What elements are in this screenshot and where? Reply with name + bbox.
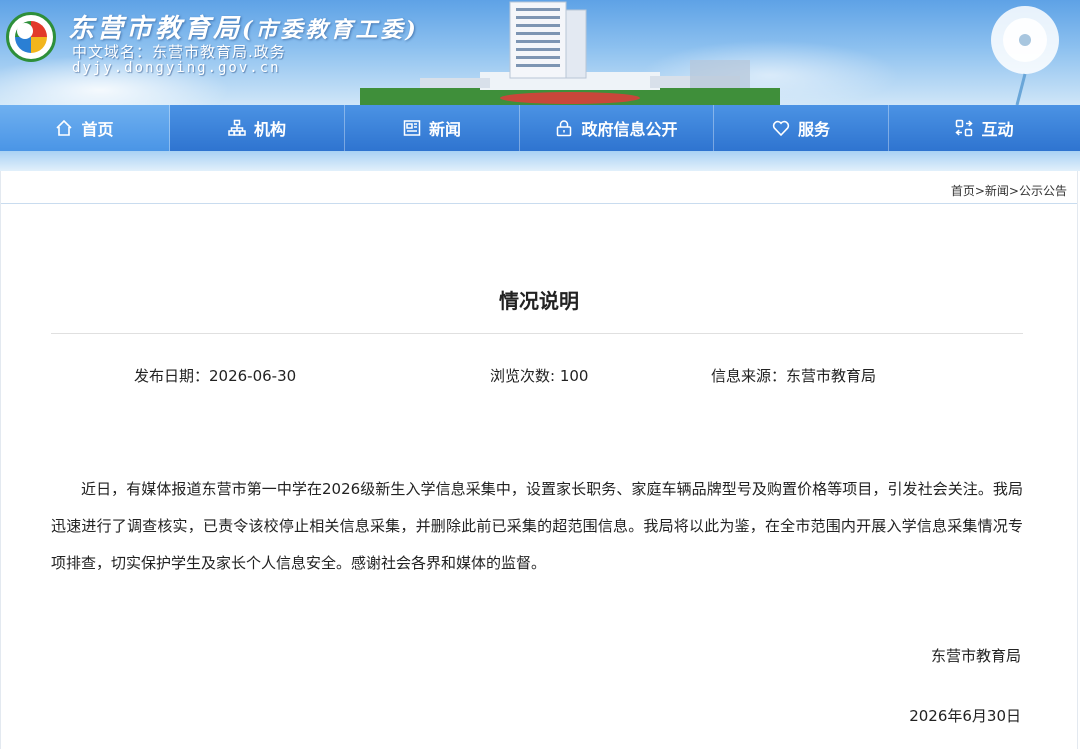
breadcrumb-news[interactable]: 新闻	[985, 184, 1009, 198]
nav-services[interactable]: 服务	[714, 105, 889, 151]
lock-icon	[557, 120, 572, 137]
interaction-icon	[955, 119, 974, 137]
title-divider	[51, 333, 1023, 334]
info-source: 信息来源：东营市教育局	[711, 367, 877, 385]
nav-interaction-label: 互动	[981, 120, 1014, 139]
breadcrumb-bar: 首页>新闻>公示公告	[1, 175, 1077, 204]
site-title-main: 东营市教育局	[68, 14, 243, 44]
nav-services-label: 服务	[797, 120, 830, 139]
nav-organization[interactable]: 机构	[170, 105, 345, 151]
nav-home[interactable]: 首页	[0, 105, 170, 151]
heart-icon	[772, 120, 790, 137]
article-title: 情况说明	[499, 289, 579, 313]
article-sign-date: 2026年6月30日	[909, 707, 1021, 725]
domain-url: dyjy.dongying.gov.cn	[72, 60, 281, 76]
nav-organization-label: 机构	[253, 120, 286, 139]
nav-news[interactable]: 新闻	[345, 105, 520, 151]
view-count: 浏览次数: 100	[490, 367, 589, 385]
nav-home-label: 首页	[81, 120, 114, 139]
main-nav: 首页 机构 新闻 政府信息公开 服务 互动	[0, 105, 1080, 151]
home-icon	[56, 119, 73, 136]
article-signature: 东营市教育局	[930, 647, 1021, 665]
chinese-domain-name: 中文域名：东营市教育局.政务	[72, 43, 286, 61]
nav-bottom-strip	[0, 151, 1080, 171]
government-building-image	[360, 1, 780, 105]
breadcrumb-separator: >	[974, 184, 985, 198]
site-banner: 东营市教育局(市委教育工委) 中文域名：东营市教育局.政务 dyjy.dongy…	[0, 0, 1080, 105]
article-container: 首页>新闻>公示公告 情况说明 发布日期：2026-06-30 浏览次数: 10…	[0, 171, 1078, 749]
breadcrumb: 首页>新闻>公示公告	[951, 182, 1067, 199]
article-body: 近日，有媒体报道东营市第一中学在2026级新生入学信息采集中，设置家长职务、家庭…	[51, 480, 1023, 572]
nav-interaction[interactable]: 互动	[889, 105, 1080, 151]
nav-news-label: 新闻	[428, 120, 461, 139]
site-logo[interactable]	[6, 12, 56, 62]
breadcrumb-current[interactable]: 公示公告	[1019, 184, 1067, 198]
nav-gov-info-disclosure[interactable]: 政府信息公开	[520, 105, 714, 151]
nav-gov-info-label: 政府信息公开	[581, 120, 678, 139]
breadcrumb-separator: >	[1008, 184, 1019, 198]
breadcrumb-home[interactable]: 首页	[951, 184, 975, 198]
org-chart-icon	[228, 119, 246, 136]
publish-date: 发布日期：2026-06-30	[134, 367, 297, 385]
newspaper-icon	[403, 120, 421, 136]
dandelion-decoration	[991, 6, 1059, 105]
